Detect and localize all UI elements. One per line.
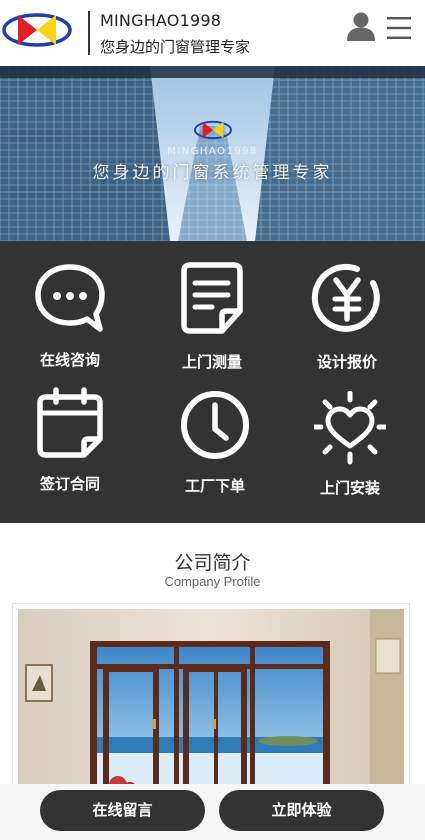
brand-divider: [88, 11, 90, 55]
brand-name: MINGHAO1998: [100, 11, 222, 30]
header: MINGHAO1998 您身边的门窗管理专家: [0, 0, 425, 66]
service-label: 签订合同: [39, 475, 100, 493]
service-label: 设计报价: [316, 353, 377, 371]
brand-slogan: 您身边的门窗管理专家: [100, 38, 251, 56]
user-icon[interactable]: [345, 10, 377, 42]
banner-logo: [194, 120, 232, 140]
yen-icon: [311, 263, 380, 332]
service-label: 工厂下单: [184, 477, 245, 495]
clock-icon: [181, 391, 249, 459]
banner-brand: MINGHAO1998: [167, 146, 258, 157]
page: MINGHAO1998 您身边的门窗管理专家 MINGHAO1998 您身边的门…: [0, 0, 425, 840]
document-icon: [181, 262, 243, 334]
window-product-image: [18, 609, 404, 797]
profile-title: 公司简介: [174, 552, 251, 574]
service-online-consult[interactable]: 在线咨询: [10, 261, 130, 391]
service-factory-order[interactable]: 工厂下单: [155, 387, 275, 517]
profile-image[interactable]: [12, 603, 410, 803]
online-message-button[interactable]: 在线留言: [40, 790, 205, 831]
services-grid: 在线咨询 上门测量 设计报价 签订合同 工厂下单 上门安装: [0, 241, 425, 523]
sun-heart-icon: [314, 391, 386, 465]
hamburger-menu-icon[interactable]: [385, 14, 413, 42]
hero-banner[interactable]: MINGHAO1998 您身边的门窗系统管理专家: [0, 66, 425, 241]
service-onsite-measure[interactable]: 上门测量: [152, 261, 272, 391]
chat-bubble-icon: [35, 264, 105, 332]
service-sign-contract[interactable]: 签订合同: [10, 387, 130, 517]
banner-slogan: 您身边的门窗系统管理专家: [92, 163, 333, 183]
service-label: 上门安装: [319, 479, 380, 497]
bottom-action-bar: 在线留言 立即体验: [0, 784, 425, 840]
try-now-button[interactable]: 立即体验: [219, 790, 384, 831]
calendar-icon: [37, 387, 103, 458]
profile-subtitle: Company Profile: [164, 574, 261, 589]
service-onsite-install[interactable]: 上门安装: [290, 391, 410, 521]
service-label: 上门测量: [181, 353, 242, 371]
service-label: 在线咨询: [39, 351, 100, 369]
minghao-logo[interactable]: [1, 8, 73, 52]
service-design-quote[interactable]: 设计报价: [287, 261, 407, 391]
